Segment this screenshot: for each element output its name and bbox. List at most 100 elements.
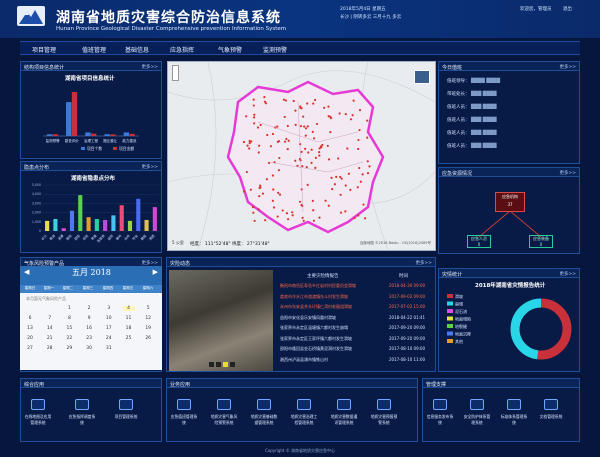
app-label[interactable]: 地质灾害数据通讯管理系统: [329, 414, 359, 426]
calendar-day[interactable]: 28: [44, 346, 56, 351]
news-item[interactable]: 益阳市安化县乐安镇凤凰村滑坡: [280, 315, 336, 321]
disaster-more-link[interactable]: 更多>>: [559, 271, 576, 277]
calendar-day[interactable]: 11: [123, 316, 135, 321]
calendar-day[interactable]: 21: [44, 336, 56, 341]
app-icon[interactable]: [257, 399, 271, 410]
equipment-node[interactable]: 应急装备 0: [529, 235, 553, 248]
news-item[interactable]: 衡阳市南岳区寿岳乡红岩村村民委员会滑坡: [280, 283, 356, 289]
calendar-day[interactable]: 3: [103, 306, 115, 311]
calendar-day[interactable]: 7: [44, 316, 56, 321]
calendar-day[interactable]: 4: [122, 306, 135, 311]
app-label[interactable]: 地质灾害预报预警系统: [369, 414, 399, 426]
news-item[interactable]: 张家界市永定区温塘镇六都村发生崩塌: [280, 325, 348, 331]
bar-张家界: [103, 219, 108, 231]
calendar-day[interactable]: 16: [83, 326, 95, 331]
satellite-toggle[interactable]: [414, 70, 430, 84]
calendar-day[interactable]: 8: [63, 316, 75, 321]
x-tick: 郴州: [114, 233, 122, 241]
calendar-day[interactable]: 13: [24, 326, 36, 331]
x-tick: 张家界: [96, 233, 107, 244]
duty-more-link[interactable]: 更多>>: [559, 64, 576, 70]
news-date: 2017-09-20 09:00: [389, 335, 426, 341]
points-panel: 隐患点分布 更多>> 湖南省隐患点分布 0 1,000 2,000 3,000 4,000…: [20, 161, 162, 253]
news-more-link[interactable]: 更多>>: [415, 260, 432, 266]
app-icon[interactable]: [433, 399, 447, 410]
app-icon[interactable]: [470, 399, 484, 410]
calendar-day[interactable]: 14: [44, 326, 56, 331]
calendar-day[interactable]: 9: [83, 316, 95, 321]
app-label[interactable]: 应急指挥调度系统: [67, 414, 97, 426]
calendar-day[interactable]: 15: [63, 326, 75, 331]
hazard-point: [286, 148, 289, 151]
disaster-photo[interactable]: [169, 270, 273, 371]
app-icon[interactable]: [377, 399, 391, 410]
app-icon[interactable]: [507, 399, 521, 410]
calendar-day[interactable]: 22: [63, 336, 75, 341]
app-icon[interactable]: [297, 399, 311, 410]
app-icon[interactable]: [544, 399, 558, 410]
calendar-day[interactable]: 18: [123, 326, 135, 331]
news-item[interactable]: 张家界市永定区王家坪镇六都村发生滑坡: [280, 336, 352, 342]
app-label[interactable]: 在线地图及应用管理系统: [23, 414, 53, 426]
calendar-day[interactable]: 23: [83, 336, 95, 341]
province-map[interactable]: 5 公里 经度： 111°52'48" 纬度： 27°31'48" 百度地图 ©…: [167, 61, 436, 251]
app-icon[interactable]: [119, 399, 133, 410]
app-icon[interactable]: [31, 399, 45, 410]
calendar-day[interactable]: 19: [142, 326, 154, 331]
hazard-point: [266, 133, 269, 137]
calendar-day[interactable]: 2: [83, 306, 95, 311]
app-label[interactable]: 安全防护体系管理系统: [462, 414, 492, 426]
nav-monitor[interactable]: 监测预警: [263, 45, 287, 54]
prev-month-button[interactable]: ◀: [24, 268, 29, 276]
news-item[interactable]: 永州市东安县井头圩镇仁湾村老屋组滑坡: [280, 304, 352, 310]
staff-node[interactable]: 应急人员 0: [467, 235, 491, 248]
calendar-day[interactable]: 20: [24, 336, 36, 341]
hazard-point: [368, 165, 371, 168]
points-more-link[interactable]: 更多>>: [141, 164, 158, 170]
app-label[interactable]: 项目管理系统: [111, 414, 141, 420]
calendar-day[interactable]: 5: [142, 306, 154, 311]
calendar-day[interactable]: 27: [24, 346, 36, 351]
calendar-day[interactable]: 6: [24, 316, 36, 321]
news-item[interactable]: 邵阳市隆回县金石桥镇黄泥洞村发生滑坡: [280, 346, 352, 352]
project-more-link[interactable]: 更多>>: [141, 64, 158, 70]
calendar-day[interactable]: 10: [103, 316, 115, 321]
app-label[interactable]: 地质灾害基础数据管理系统: [249, 414, 279, 426]
app-label[interactable]: 文档管理系统: [536, 414, 566, 420]
app-icon[interactable]: [337, 399, 351, 410]
center-node[interactable]: 应急机构 37: [495, 192, 525, 212]
calendar-day[interactable]: 29: [63, 346, 75, 351]
calendar-day[interactable]: 31: [103, 346, 115, 351]
calendar-day[interactable]: 12: [142, 316, 154, 321]
app-label[interactable]: 标准体系管理系统: [499, 414, 529, 426]
app-icon[interactable]: [75, 399, 89, 410]
calendar-day[interactable]: 1: [63, 306, 75, 311]
zoom-control[interactable]: [172, 65, 179, 81]
app-label[interactable]: 地质灾害气象风险预警系统: [209, 414, 239, 426]
duty-row: 带班处长： ███ ████: [447, 92, 497, 97]
nav-command[interactable]: 应急指挥: [170, 45, 194, 54]
emergency-more-link[interactable]: 更多>>: [559, 170, 576, 176]
app-icon[interactable]: [217, 399, 231, 410]
nav-duty[interactable]: 值班管理: [82, 45, 106, 54]
news-item[interactable]: 湘西州泸溪县浦市镇铁山村: [280, 357, 328, 363]
calendar-day[interactable]: 30: [83, 346, 95, 351]
header-bar: 湖南省地质灾害综合防治信息系统 Hunan Province Geologica…: [0, 0, 600, 38]
app-label[interactable]: 应急值班管理系统: [169, 414, 199, 426]
app-label[interactable]: 地质灾害治理工程管理系统: [289, 414, 319, 426]
nav-project[interactable]: 项目管理: [32, 45, 56, 54]
news-item[interactable]: 娄底市冷水江市渣渡镇东斗村发生滑坡: [280, 294, 348, 300]
next-month-button[interactable]: ▶: [153, 268, 158, 276]
calendar-day[interactable]: 17: [103, 326, 115, 331]
calendar-day[interactable]: 25: [123, 336, 135, 341]
nav-weather[interactable]: 气象预警: [218, 45, 242, 54]
hazard-point: [362, 203, 365, 206]
x-tick: 治理工程: [84, 138, 98, 143]
app-icon[interactable]: [177, 399, 191, 410]
exit-link[interactable]: 退出: [563, 7, 572, 12]
app-label[interactable]: 信息服务发布系统: [425, 414, 455, 426]
forecast-more-link[interactable]: 更多>>: [141, 260, 158, 266]
calendar-day[interactable]: 24: [103, 336, 115, 341]
nav-basic[interactable]: 基础信息: [125, 45, 149, 54]
calendar-day[interactable]: 26: [142, 336, 154, 341]
